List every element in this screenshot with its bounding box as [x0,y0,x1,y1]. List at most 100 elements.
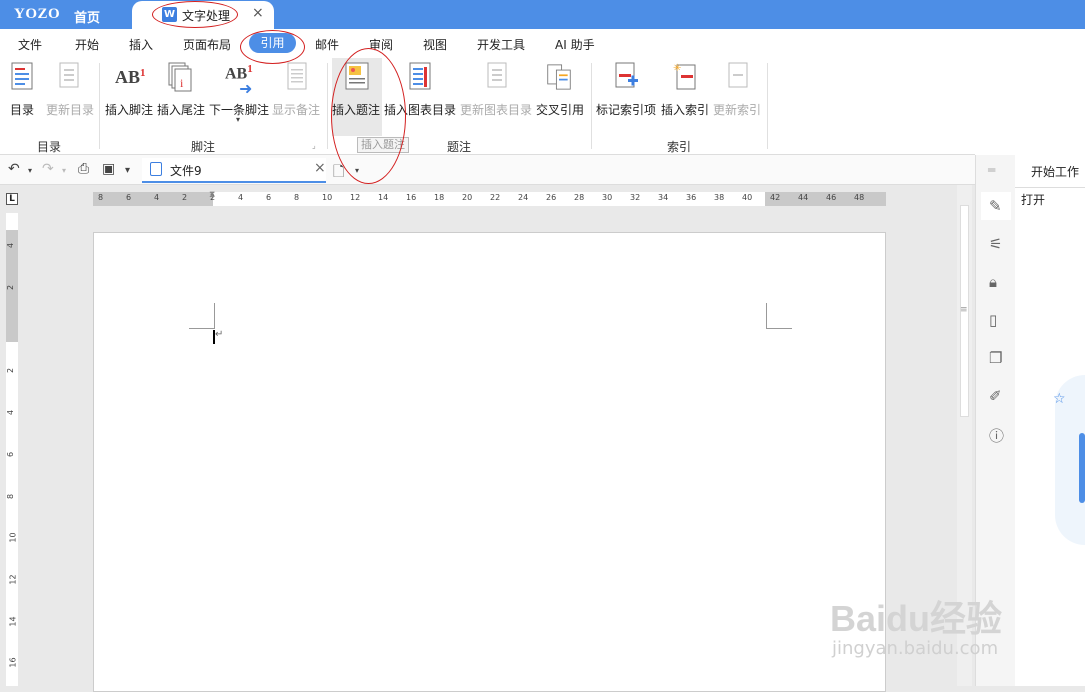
ruler-tick: 38 [714,193,725,202]
help-icon[interactable]: ⓘ [989,425,1004,446]
ruler-left-margin [93,192,213,206]
endnote-icon: i [168,62,192,92]
ribbon-separator [591,63,592,149]
toc-button[interactable]: 目录 [10,57,36,137]
ruler-tick: 28 [574,193,585,202]
ruler-vtick: 10 [8,532,18,543]
tab-stop-selector[interactable]: L [6,193,18,205]
menu-insert[interactable]: 插入 [129,36,153,53]
mark-index-entry-label: 标记索引项 [596,103,657,117]
file-tab[interactable]: 文件9 × [142,158,326,183]
copy-icon[interactable]: ❐ [989,349,1002,367]
group-footnote-label: 脚注 [191,140,216,154]
toc-icon [11,62,33,90]
figure-toc-icon [409,62,431,90]
paragraph-mark-icon: ↵ [215,329,224,340]
redo-dropdown-icon[interactable]: ▾ [62,166,66,175]
horizontal-ruler[interactable]: 8 6 4 2 2 4 6 8 10 12 14 16 18 20 22 24 26 28 30 32 34 36 38 40… [93,190,886,206]
menu-ai-assistant[interactable]: AI 助手 [555,36,595,53]
redo-icon[interactable]: ↷ [42,161,54,177]
ruler-tick: 42 [770,193,781,202]
insert-endnote-label: 插入尾注 [157,103,206,117]
update-toc-icon [59,62,79,88]
menu-mail[interactable]: 邮件 [315,36,339,53]
vertical-ruler[interactable]: 4 2 2 4 6 8 10 12 14 16 [6,213,18,686]
lock-icon[interactable]: 🔒︎ [989,273,997,291]
menu-view[interactable]: 视图 [423,36,447,53]
footnote-icon: AB1 [115,67,146,87]
margin-corner-left [189,303,215,329]
document-page[interactable]: ↵ [93,232,886,692]
mark-index-entry-button[interactable]: 标记索引项 [596,57,658,137]
open-link[interactable]: 打开 [1021,191,1045,208]
ruler-tick: 8 [294,193,300,202]
save-icon[interactable]: ▣ [102,161,115,177]
update-index-button[interactable]: 更新索引 [713,57,763,137]
ruler-vtick: 4 [6,242,16,249]
insert-endnote-button[interactable]: i 插入尾注 [157,57,207,137]
update-toc-button[interactable]: 更新目录 [46,57,94,137]
undo-icon[interactable]: ↶ [8,161,20,177]
ruler-vtick: 2 [6,284,16,291]
insert-index-icon: ✳ [673,63,696,90]
menu-developer[interactable]: 开发工具 [477,36,525,53]
ribbon-right-area [975,57,1085,155]
ruler-tick: 6 [126,193,132,202]
mark-index-icon [615,62,638,88]
update-figure-toc-label: 更新图表目录 [460,103,533,117]
insert-index-label: 插入索引 [661,103,710,117]
print-preview-icon[interactable]: ⎙ [78,161,89,177]
ruler-tick: 10 [322,193,333,202]
arrow-right-icon: ➜ [239,79,253,98]
menu-file[interactable]: 文件 [18,36,42,53]
ruler-tick: 24 [518,193,529,202]
ruler-tick: 22 [490,193,501,202]
yozo-logo: YOZO [14,6,61,22]
customize-toolbar-icon[interactable]: ▾ [125,165,130,176]
ruler-tick: 2 [182,193,188,202]
settings-sliders-icon[interactable]: ⚟ [989,235,1002,253]
star-icon: ☆ [1053,391,1066,407]
side-panel: 开始工作 打开 ☆ [1015,155,1085,686]
side-panel-title: 开始工作 [1031,165,1080,179]
file-tab-label: 文件9 [170,164,202,178]
ruler-tick: 40 [742,193,753,202]
menu-bar: 文件 开始 插入 页面布局 邮件 审阅 视图 开发工具 AI 助手 [0,29,1085,57]
group-toc-label: 目录 [37,140,62,154]
update-figure-toc-button[interactable]: 更新图表目录 [460,57,534,137]
close-icon[interactable]: × [252,5,264,21]
next-footnote-button[interactable]: AB1 ➜ 下一条脚注 ▾ [209,57,269,137]
show-notes-button[interactable]: 显示备注 [272,57,322,137]
insert-footnote-label: 插入脚注 [105,103,154,117]
illustration-bar [1079,433,1085,503]
dialog-launcher-icon[interactable]: ⌟ [312,141,316,150]
insert-index-button[interactable]: ✳ 插入索引 [661,57,711,137]
insert-footnote-button[interactable]: AB1 插入脚注 [105,57,155,137]
panel-grip-icon: ═ [988,163,996,177]
update-toc-label: 更新目录 [46,103,95,117]
home-tab[interactable]: 首页 [74,7,100,26]
ruler-tick: 46 [826,193,837,202]
menu-start[interactable]: 开始 [75,36,99,53]
ruler-vtick: 12 [8,574,18,585]
ruler-tick: 36 [686,193,697,202]
ruler-tick: 14 [378,193,389,202]
margin-corner-right [766,303,792,329]
undo-dropdown-icon[interactable]: ▾ [28,166,32,175]
close-icon[interactable]: × [314,160,326,176]
ribbon: 目录 更新目录 目录 AB1 插入脚注 i 插入尾注 AB1 ➜ 下一条脚注 ▾… [0,57,975,155]
chevron-down-icon[interactable]: ▾ [236,115,240,124]
group-caption-label: 题注 [447,140,472,154]
side-panel-divider [1015,187,1085,188]
cross-reference-button[interactable]: 交叉引用 [536,57,586,137]
ruler-tick: 32 [630,193,641,202]
menu-layout[interactable]: 页面布局 [183,36,231,53]
ribbon-separator [99,63,100,149]
pen-icon[interactable]: ✎ [989,197,1002,215]
annotation-ellipse-button [331,48,406,184]
clipboard-icon[interactable]: ▯ [989,311,997,329]
group-index-label: 索引 [667,140,692,154]
edit-note-icon[interactable]: ✐ [989,387,1002,405]
indent-marker[interactable]: ⧗ [209,190,215,200]
annotation-ellipse-tab [152,1,238,28]
